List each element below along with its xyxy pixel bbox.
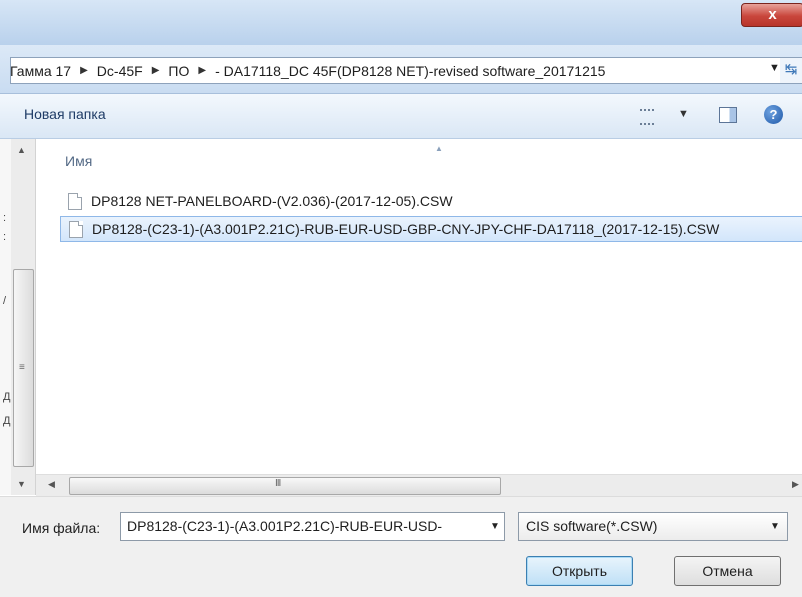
nav-fragment: Д [3,391,11,403]
address-history-dropdown-icon[interactable]: ▼ [769,62,780,74]
grip-icon: ≡ [19,362,25,373]
close-icon: x [768,6,777,23]
chevron-down-icon[interactable]: ▼ [678,108,689,120]
scroll-up-icon[interactable]: ▲ [17,145,26,155]
chevron-right-icon[interactable]: ▶ [191,65,213,76]
list-item[interactable]: DP8128 NET-PANELBOARD-(V2.036)-(2017-12-… [60,189,802,213]
dialog-footer: Имя файла: DP8128-(C23-1)-(A3.001P2.21C)… [0,496,802,597]
nav-fragment: : [3,231,7,243]
filename-dropdown-icon[interactable]: ▼ [490,521,500,532]
file-icon [69,220,83,238]
horizontal-scrollbar[interactable]: ◀ III ▶ [36,474,802,496]
breadcrumb-item[interactable]: - DA17118_DC 45F(DP8128 NET)-revised sof… [213,63,607,79]
list-item-selected[interactable]: DP8128-(C23-1)-(A3.001P2.21C)-RUB-EUR-US… [60,216,802,242]
scroll-right-icon[interactable]: ▶ [792,479,799,490]
title-bar: x [0,0,802,46]
filename-label: Имя файла: [22,520,101,536]
chevron-down-icon[interactable]: ▼ [770,521,780,532]
navigation-pane: : : / Д Д [0,139,11,495]
chevron-right-icon[interactable]: ▶ [145,65,167,76]
new-folder-button[interactable]: Новая папка [24,106,106,122]
sort-ascending-icon: ▲ [435,144,443,153]
breadcrumb[interactable]: Гамма 17 ▶ Dc-45F ▶ ПО ▶ - DA17118_DC 45… [10,57,782,84]
file-list: ▲ Имя DP8128 NET-PANELBOARD-(V2.036)-(20… [36,139,802,474]
address-bar: Гамма 17 ▶ Dc-45F ▶ ПО ▶ - DA17118_DC 45… [0,45,802,94]
cancel-button[interactable]: Отмена [674,556,781,586]
nav-fragment: / [3,295,7,307]
chevron-right-icon[interactable]: ▶ [73,65,95,76]
breadcrumb-item[interactable]: Гамма 17 [11,63,73,79]
scroll-left-icon[interactable]: ◀ [48,479,55,490]
scroll-down-icon[interactable]: ▼ [17,479,26,489]
help-icon[interactable]: ? [764,105,783,124]
breadcrumb-item[interactable]: ПО [166,63,191,79]
column-header-name[interactable]: Имя [65,153,92,169]
breadcrumb-item[interactable]: Dc-45F [95,63,145,79]
nav-fragment: Д [3,415,11,427]
file-name: DP8128 NET-PANELBOARD-(V2.036)-(2017-12-… [91,193,453,209]
navigation-scrollbar[interactable]: ▲ ≡ ▼ [11,139,36,495]
nav-fragment: : [3,212,7,224]
refresh-icon[interactable]: ↹ [780,57,802,84]
scrollbar-thumb[interactable]: III [69,477,501,495]
preview-pane-icon[interactable] [719,107,737,123]
file-name: DP8128-(C23-1)-(A3.001P2.21C)-RUB-EUR-US… [92,221,720,237]
view-options-icon[interactable] [640,109,654,125]
toolbar: Новая папка ▼ ? [0,94,802,139]
close-button[interactable]: x [741,3,802,27]
grip-icon: III [275,478,281,489]
open-button[interactable]: Открыть [526,556,633,586]
filename-input[interactable]: DP8128-(C23-1)-(A3.001P2.21C)-RUB-EUR-US… [120,512,505,541]
filetype-select[interactable]: CIS software(*.CSW) [518,512,788,541]
file-icon [68,192,82,210]
